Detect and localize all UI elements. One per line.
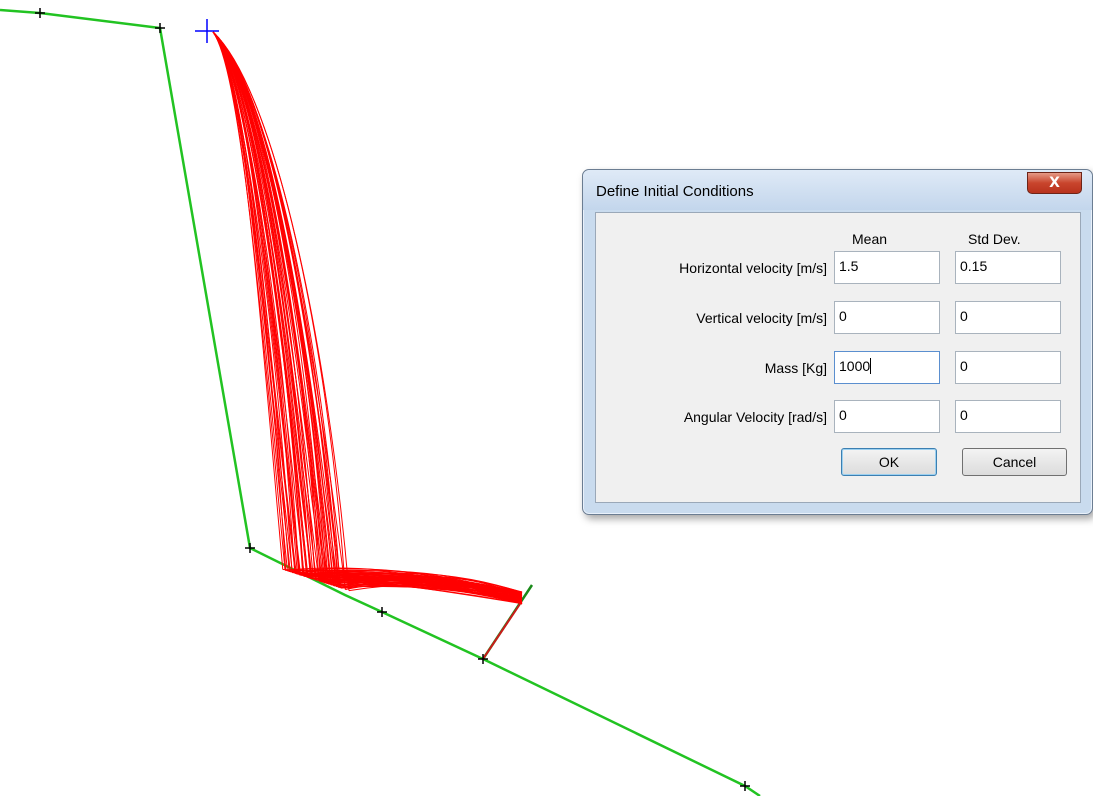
vertex-marker: [35, 8, 45, 18]
dialog-title: Define Initial Conditions: [596, 183, 754, 200]
mass-label: Mass [Kg]: [764, 360, 827, 376]
mass-std-input[interactable]: 0: [955, 351, 1061, 384]
std-dev-header: Std Dev.: [968, 231, 1021, 247]
close-button[interactable]: X: [1027, 172, 1082, 194]
horizontal-velocity-mean-input[interactable]: 1.5: [834, 251, 940, 284]
vertex-marker: [377, 607, 387, 617]
mean-header: Mean: [852, 231, 888, 247]
ok-button[interactable]: OK: [841, 448, 937, 476]
rock-paths: [212, 31, 523, 605]
vertex-marker: [245, 543, 255, 553]
rock-path: [212, 31, 339, 588]
horizontal-velocity-label: Horizontal velocity [m/s]: [679, 260, 827, 276]
barrier-red: [482, 603, 521, 660]
rock-path: [212, 31, 339, 588]
vertical-velocity-std-input[interactable]: 0: [955, 301, 1061, 334]
cancel-button[interactable]: Cancel: [962, 448, 1067, 476]
text-caret: [870, 358, 872, 374]
angular-velocity-mean-input[interactable]: 0: [834, 400, 940, 433]
dialog-body: Mean Std Dev. Horizontal velocity [m/s] …: [595, 212, 1081, 503]
vertical-velocity-label: Vertical velocity [m/s]: [696, 310, 827, 326]
angular-velocity-std-input[interactable]: 0: [955, 400, 1061, 433]
mass-mean-input[interactable]: 1000: [834, 351, 940, 384]
dialog-titlebar[interactable]: Define Initial Conditions X: [583, 170, 1092, 210]
define-initial-conditions-dialog: Define Initial Conditions X Mean Std Dev…: [582, 169, 1093, 515]
close-icon: X: [1049, 175, 1060, 191]
vertical-velocity-mean-input[interactable]: 0: [834, 301, 940, 334]
angular-velocity-label: Angular Velocity [rad/s]: [683, 409, 827, 425]
horizontal-velocity-std-input[interactable]: 0.15: [955, 251, 1061, 284]
vertex-marker: [155, 23, 165, 33]
seeder-crosshair: [195, 19, 219, 43]
